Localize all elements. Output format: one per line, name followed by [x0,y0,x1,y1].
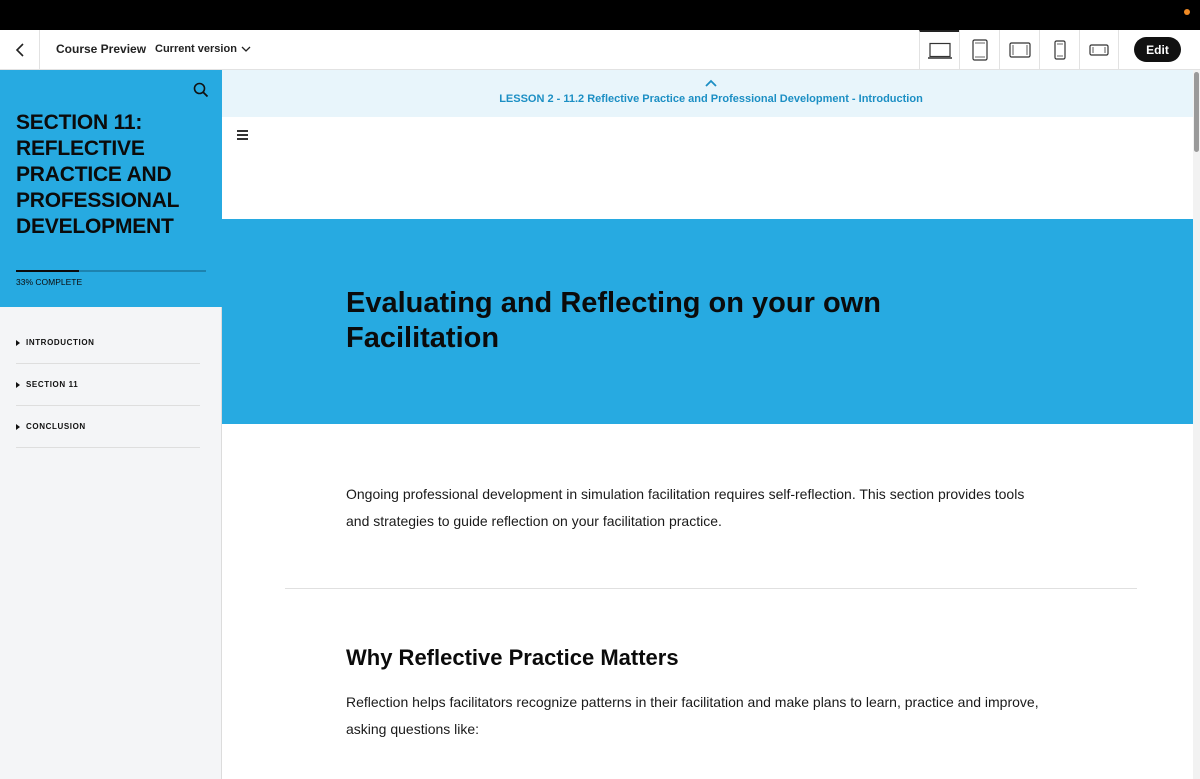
chevron-up-icon [705,79,717,87]
sidebar-header: SECTION 11: REFLECTIVE PRACTICE AND PROF… [0,70,222,307]
lesson-title: LESSON 2 - 11.2 Reflective Practice and … [499,93,923,105]
scrollbar[interactable] [1193,70,1200,779]
device-switcher [919,30,1119,70]
progress-bar-fill [16,270,79,272]
version-dropdown[interactable]: Current version [155,43,251,55]
sidebar-item-introduction[interactable]: INTRODUCTION [16,322,200,364]
tablet-landscape-icon [1008,42,1031,58]
lesson-hero: Evaluating and Reflecting on your own Fa… [222,219,1193,424]
course-preview-title: Course Preview [56,42,147,56]
back-button[interactable] [0,30,40,70]
section-heading: Why Reflective Practice Matters [346,645,679,670]
search-icon[interactable] [193,82,209,98]
device-phone-landscape-button[interactable] [1079,30,1119,70]
lesson-content: LESSON 2 - 11.2 Reflective Practice and … [222,70,1193,779]
os-status-bar [0,0,1200,30]
tablet-icon [971,39,988,61]
lesson-nav-bar[interactable]: LESSON 2 - 11.2 Reflective Practice and … [222,70,1193,117]
sidebar-item-label: SECTION 11 [26,380,79,389]
progress-label: 33% COMPLETE [16,277,83,287]
recording-indicator [1184,9,1190,15]
sidebar-item-label: INTRODUCTION [26,338,95,347]
edit-button[interactable]: Edit [1134,37,1181,62]
caret-right-icon [16,339,20,346]
sidebar-item-label: CONCLUSION [26,422,86,431]
device-desktop-button[interactable] [919,30,959,70]
scrollbar-thumb[interactable] [1194,72,1199,152]
content-divider [285,588,1137,589]
caret-right-icon [16,423,20,430]
chevron-left-icon [15,43,24,57]
phone-landscape-icon [1089,44,1109,56]
body-paragraph: Reflection helps facilitators recognize … [346,694,1039,737]
course-sidebar: SECTION 11: REFLECTIVE PRACTICE AND PROF… [0,70,222,779]
intro-paragraph: Ongoing professional development in simu… [346,486,1025,529]
phone-icon [1053,40,1066,60]
section-title: SECTION 11: REFLECTIVE PRACTICE AND PROF… [16,111,179,238]
chevron-down-icon [241,46,251,52]
sidebar-item-conclusion[interactable]: CONCLUSION [16,406,200,448]
device-phone-portrait-button[interactable] [1039,30,1079,70]
menu-icon[interactable] [237,130,248,142]
device-tablet-landscape-button[interactable] [999,30,1039,70]
laptop-icon [927,42,952,59]
hero-title: Evaluating and Reflecting on your own Fa… [346,287,881,354]
sidebar-item-section-11[interactable]: SECTION 11 [16,364,200,406]
device-tablet-portrait-button[interactable] [959,30,999,70]
version-label: Current version [155,43,237,55]
caret-right-icon [16,381,20,388]
preview-toolbar: Course Preview Current version Edit [0,30,1200,70]
